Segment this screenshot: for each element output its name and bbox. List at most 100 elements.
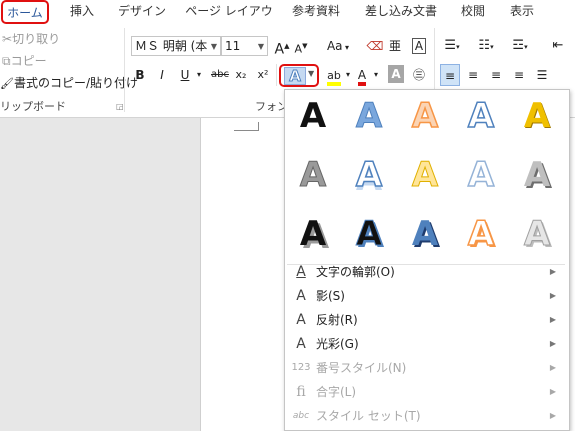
strikethrough-button[interactable]: abc [208,64,232,86]
bold-button[interactable]: B [133,64,147,86]
italic-button[interactable]: I [155,64,169,86]
copy-label: コピー [10,54,47,68]
enclosed-character-icon: ㊂ [412,68,425,82]
tab-home[interactable]: ホーム [1,0,49,24]
effect-style-silver-shadow[interactable]: A [509,149,565,201]
effect-style-light-blue-outline[interactable]: A [453,149,509,201]
menu-item-reflection[interactable]: A 反射(R) ▶ [285,308,567,332]
menu-item-ligatures[interactable]: fi 合字(L) ▶ [285,380,567,404]
subscript-button[interactable]: x₂ [234,64,248,86]
effect-style-blue-reflection[interactable]: A [341,149,397,201]
underline-dropdown-icon[interactable]: ▾ [195,64,203,86]
tab-view[interactable]: 表示 [505,0,539,24]
font-color-icon: A [357,68,367,86]
multilevel-list-button[interactable]: ☲▾ [508,35,532,57]
effect-style-black-shadow[interactable]: A [285,208,341,260]
tab-page-layout[interactable]: ページ レイアウト [184,0,274,40]
format-painter-icon: 🖌 [0,77,14,90]
menu-item-label: 影(S) [316,289,345,303]
justify-icon: ≡ [513,68,525,82]
tab-design[interactable]: デザイン [114,0,170,24]
justify-button[interactable]: ≡ [509,64,529,86]
clear-format-button[interactable]: ⌫ [366,35,384,57]
distributed-button[interactable]: ☰ [532,64,552,86]
font-color-button[interactable]: A [354,64,370,86]
effect-style-yellow-glow[interactable]: A [397,149,453,201]
tab-review[interactable]: 校閲 [458,0,488,24]
scissors-icon: ✂ [2,32,13,46]
superscript-button[interactable]: x² [256,64,270,86]
effect-style-white-blue-outline[interactable]: A [453,90,509,142]
menu-item-label: 文字の輪郭(O) [316,265,395,279]
chevron-right-icon: ▶ [549,363,556,372]
grow-font-label: A [274,41,285,58]
menu-item-label: スタイル セット(T) [316,409,421,423]
highlight-dropdown-icon[interactable]: ▾ [344,64,352,86]
effect-style-orange-outline[interactable]: A [397,90,453,142]
decrease-indent-button[interactable]: ⇤ [546,35,570,57]
align-center-button[interactable]: ≡ [463,64,483,86]
divider [276,64,277,86]
effect-style-black-blue-shadow[interactable]: A [341,208,397,260]
number-styles-icon: 123 [291,362,311,373]
align-right-button[interactable]: ≡ [486,64,506,86]
menu-item-glow[interactable]: A 光彩(G) ▶ [285,332,567,356]
margin-corner-mark [234,122,259,131]
tab-mailings[interactable]: 差し込み文書 [360,0,442,24]
stylistic-sets-icon: abc [292,411,310,421]
enclosed-char-button[interactable]: ㊂ [409,64,429,86]
bullets-button[interactable]: ☰▾ [440,35,464,57]
effect-style-blue-bevel[interactable]: A [397,208,453,260]
effect-style-orange-shadow[interactable]: A [453,208,509,260]
font-size-value: 11 [225,39,241,53]
highlight-color-button[interactable]: ab [325,64,343,86]
copy-button[interactable]: ⧉コピー [2,50,62,72]
numbering-button[interactable]: ☷▾ [474,35,498,57]
effect-style-gray[interactable]: A [285,149,341,201]
char-shading-button[interactable]: A [388,65,404,83]
effect-style-black[interactable]: A [285,90,341,142]
numbering-icon: ☷ [478,38,491,53]
format-painter-button[interactable]: 🖌書式のコピー/貼り付け [0,72,138,94]
enclosed-a-icon: A [411,38,427,54]
chevron-down-icon: ▼ [257,42,264,51]
font-size-select[interactable]: 11 ▼ [221,36,268,56]
highlighter-icon: ab [327,69,341,86]
align-left-icon: ≡ [444,69,456,83]
menu-item-stylistic-sets[interactable]: abc スタイル セット(T) ▶ [285,404,567,428]
tab-insert[interactable]: 挿入 [62,0,102,24]
phonetic-guide-icon: 亜 [388,39,401,53]
ribbon-tab-bar: ホーム 挿入 デザイン ページ レイアウト 参考資料 差し込み文書 校閲 表示 [0,0,575,40]
bullets-icon: ☰ [444,38,457,53]
effect-style-blue-outline[interactable]: A [341,90,397,142]
menu-item-number-styles[interactable]: 123 番号スタイル(N) ▶ [285,356,567,380]
menu-item-text-outline[interactable]: A 文字の輪郭(O) ▶ [285,260,567,284]
font-color-dropdown-icon[interactable]: ▾ [372,64,380,86]
font-name-select[interactable]: ＭＳ 明朝 (本 ▼ [131,36,221,56]
enclose-char-button[interactable]: A [409,35,429,57]
text-effects-menu: A A A A A A A A A A A A A A A A 文字の輪郭(O)… [284,89,570,431]
format-painter-label: 書式のコピー/貼り付け [13,76,139,90]
effect-style-gold[interactable]: A [509,90,565,142]
chevron-right-icon: ▶ [549,315,556,324]
effect-style-silver[interactable]: A [509,208,565,260]
align-left-button[interactable]: ≡ [440,64,460,86]
menu-item-shadow[interactable]: A 影(S) ▶ [285,284,567,308]
multilevel-list-icon: ☲ [512,38,525,53]
clipboard-launcher-icon[interactable]: ◲ [116,102,124,111]
group-divider [124,28,125,112]
cut-button[interactable]: ✂切り取り [2,28,62,50]
chevron-down-icon: ▼ [210,42,217,51]
distributed-icon: ☰ [536,68,548,82]
text-effects-button[interactable]: A ▼ [279,64,319,87]
grow-font-button[interactable]: A▲ [273,35,291,58]
menu-item-label: 反射(R) [316,313,358,327]
phonetic-guide-button[interactable]: 亜 [386,35,404,57]
shadow-icon: A [296,288,306,304]
change-case-button[interactable]: Aa ▾ [322,35,354,57]
text-outline-icon: A [296,264,306,280]
shrink-font-button[interactable]: A▼ [293,35,309,57]
underline-button[interactable]: U [177,64,193,86]
eraser-icon: ⌫ [366,39,384,53]
tab-references[interactable]: 参考資料 [288,0,344,24]
